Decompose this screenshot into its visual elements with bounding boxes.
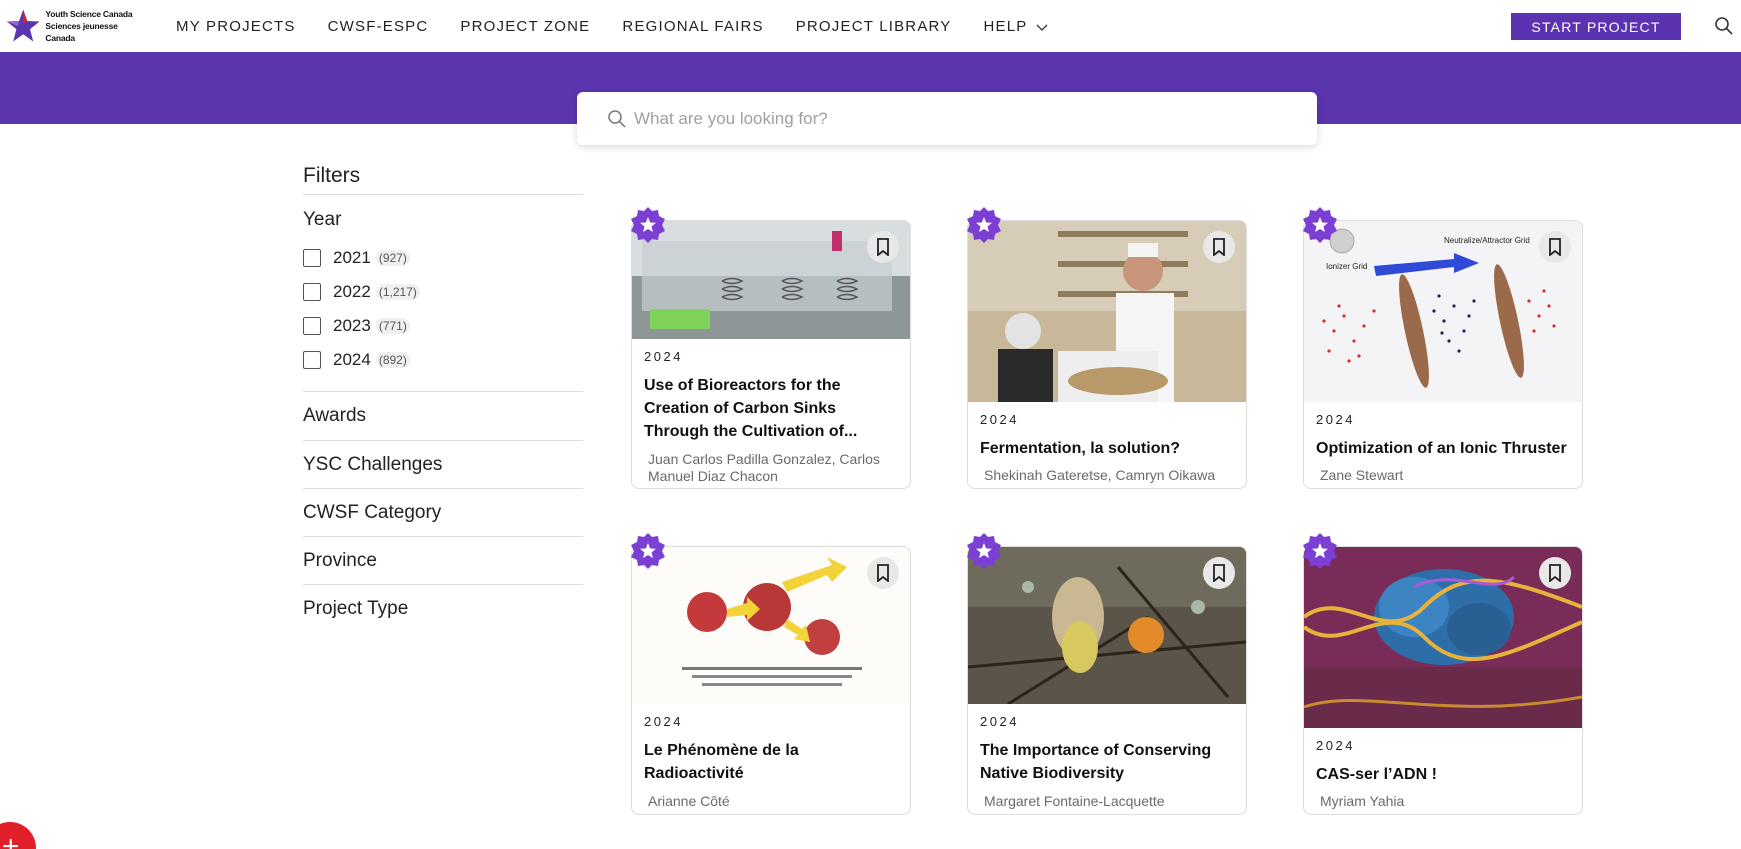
main-nav: MY PROJECTS CWSF-ESPC PROJECT ZONE REGIO… [176,18,1080,35]
bookmark-icon [1213,564,1225,582]
card-title[interactable]: Optimization of an Ionic Thruster [1316,437,1572,460]
card-year: 2024 [1316,738,1355,753]
year-label: 2022 [333,282,371,301]
project-card[interactable]: 2024 Use of Bioreactors for the Creation… [631,207,911,489]
year-option-2024[interactable]: 2024 (892) [303,343,583,377]
search-icon[interactable] [1714,16,1734,36]
bookmark-icon [1213,238,1225,256]
filters-title: Filters [303,164,583,195]
card-year: 2024 [980,412,1019,427]
bookmark-button[interactable] [867,231,899,263]
neutralize-grid-label: Neutralize/Attractor Grid [1444,236,1530,245]
project-card[interactable]: Ionizer Grid Neutralize/Attractor Grid 2… [1303,207,1583,489]
featured-badge-icon [967,207,1001,243]
year-option-2022[interactable]: 2022 (1,217) [303,275,583,309]
logo[interactable]: Youth Science Canada Sciences jeunesse C… [5,5,140,47]
card-year: 2024 [1316,412,1355,427]
logo-text: Youth Science Canada Sciences jeunesse C… [45,8,140,44]
filter-province[interactable]: Province [303,536,583,584]
checkbox[interactable] [303,283,321,301]
count-badge: (892) [375,352,410,368]
bookmark-icon [877,238,889,256]
card-year: 2024 [644,714,683,729]
year-option-2021[interactable]: 2021 (927) [303,241,583,275]
nav-project-zone[interactable]: PROJECT ZONE [460,18,590,35]
card-authors: Zane Stewart [1320,467,1404,483]
plus-icon: + [2,830,20,849]
filter-ysc-challenges[interactable]: YSC Challenges [303,440,583,488]
top-header: Youth Science Canada Sciences jeunesse C… [0,0,1741,52]
count-badge: (1,217) [375,284,420,300]
year-label: 2023 [333,316,371,335]
card-year: 2024 [980,714,1019,729]
add-button[interactable]: + [0,822,36,849]
checkbox[interactable] [303,351,321,369]
filter-project-type[interactable]: Project Type [303,584,583,632]
filter-cwsf-category[interactable]: CWSF Category [303,488,583,536]
logo-line-2: Sciences jeunesse Canada [45,21,118,43]
count-badge: (927) [375,250,410,266]
filter-awards[interactable]: Awards [303,392,583,440]
filters-panel: Filters Year 2021 (927) 2022 (1,217) 202… [303,164,583,632]
bookmark-button[interactable] [1539,231,1571,263]
featured-badge-icon [631,207,665,243]
logo-line-1: Youth Science Canada [45,9,133,19]
search-icon [608,110,626,128]
card-authors: Myriam Yahia [1320,793,1405,809]
featured-badge-icon [1303,207,1337,243]
card-authors: Shekinah Gateretse, Camryn Oikawa [984,467,1216,483]
checkbox[interactable] [303,317,321,335]
card-title[interactable]: Fermentation, la solution? [980,437,1236,460]
count-badge: (771) [375,318,410,334]
card-title[interactable]: Use of Bioreactors for the Creation of C… [644,374,900,443]
nav-my-projects[interactable]: MY PROJECTS [176,18,296,35]
nav-help[interactable]: HELP [984,18,1048,35]
featured-badge-icon [967,533,1001,569]
card-title[interactable]: CAS-ser l’ADN ! [1316,763,1572,786]
card-authors: Arianne Côté [648,793,730,809]
card-year: 2024 [644,349,683,364]
project-card[interactable]: 2024 The Importance of Conserving Native… [967,533,1247,815]
year-filter: Year 2021 (927) 2022 (1,217) 2023 (771) … [303,209,583,392]
card-authors: Margaret Fontaine-Lacquette [984,793,1165,809]
star-logo-icon [6,9,40,42]
search-input[interactable] [634,104,1294,134]
project-card[interactable]: 2024 CAS-ser l’ADN ! Myriam Yahia [1303,533,1583,815]
year-filter-title[interactable]: Year [303,209,583,231]
nav-regional-fairs[interactable]: REGIONAL FAIRS [622,18,763,35]
bookmark-button[interactable] [1539,557,1571,589]
bookmark-icon [1549,238,1561,256]
project-card[interactable]: 2024 Le Phénomène de la Radioactivité Ar… [631,533,911,815]
featured-badge-icon [631,533,665,569]
search-bar [577,92,1317,145]
nav-project-library[interactable]: PROJECT LIBRARY [796,18,952,35]
ionizer-grid-label: Ionizer Grid [1326,262,1367,271]
featured-badge-icon [1303,533,1337,569]
bookmark-button[interactable] [1203,557,1235,589]
start-project-button[interactable]: START PROJECT [1511,13,1681,40]
bookmark-button[interactable] [867,557,899,589]
chevron-down-icon [1036,24,1047,31]
year-option-2023[interactable]: 2023 (771) [303,309,583,343]
bookmark-icon [1549,564,1561,582]
bookmark-icon [877,564,889,582]
card-title[interactable]: Le Phénomène de la Radioactivité [644,739,900,785]
nav-help-label: HELP [983,18,1028,35]
nav-cwsf-espc[interactable]: CWSF-ESPC [328,18,429,35]
card-title[interactable]: The Importance of Conserving Native Biod… [980,739,1236,785]
card-authors: Juan Carlos Padilla Gonzalez, Carlos Man… [648,451,880,484]
year-list: 2021 (927) 2022 (1,217) 2023 (771) 2024 … [303,241,583,377]
project-card[interactable]: 2024 Fermentation, la solution? Shekinah… [967,207,1247,489]
year-label: 2024 [333,350,371,369]
year-label: 2021 [333,248,371,267]
bookmark-button[interactable] [1203,231,1235,263]
checkbox[interactable] [303,249,321,267]
